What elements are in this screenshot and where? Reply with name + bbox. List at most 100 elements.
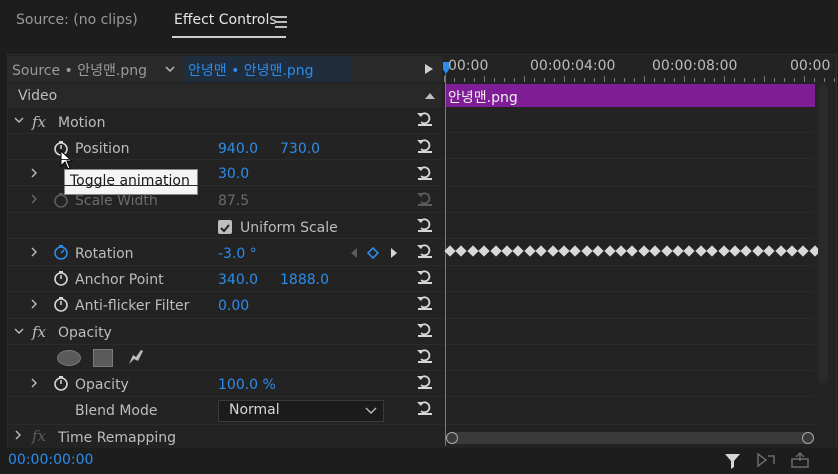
add-keyframe-icon[interactable]: [367, 247, 379, 259]
tab-effect-controls[interactable]: Effect Controls: [174, 12, 277, 28]
keyframe-marker[interactable]: [569, 245, 582, 257]
keyframe-marker[interactable]: [740, 245, 753, 257]
pen-tool-icon[interactable]: [126, 347, 146, 367]
chevron-right-icon[interactable]: [30, 168, 38, 178]
chevron-right-icon[interactable]: [30, 378, 38, 388]
rotation-keyframes[interactable]: [440, 245, 821, 261]
timeline-clip-bar[interactable]: 안녕맨.png: [446, 84, 815, 107]
keyframe-marker[interactable]: [649, 245, 661, 257]
keyframe-marker[interactable]: [478, 245, 490, 257]
fx-icon[interactable]: fx: [32, 427, 46, 445]
uniform-scale-label: Uniform Scale: [240, 220, 338, 236]
stopwatch-active-icon[interactable]: [53, 244, 69, 260]
stopwatch-icon[interactable]: [53, 375, 69, 391]
rectangle-mask-icon[interactable]: [93, 349, 113, 367]
keyframe-marker[interactable]: [683, 245, 696, 257]
hamburger-menu-icon[interactable]: [275, 16, 287, 28]
reset-icon[interactable]: [416, 321, 434, 337]
keyframe-marker[interactable]: [512, 245, 525, 257]
keyframe-marker[interactable]: [786, 245, 798, 257]
chevron-down-icon[interactable]: [164, 64, 176, 74]
source-clip-label[interactable]: Source • 안녕맨.png: [12, 60, 147, 80]
chevron-down-icon[interactable]: [14, 327, 24, 335]
keyframe-marker[interactable]: [501, 245, 513, 257]
reset-icon[interactable]: [416, 137, 434, 153]
timeline-ruler[interactable]: 00:00 00:00:04:00 00:00:08:00 00:00: [444, 56, 835, 82]
reset-icon[interactable]: [416, 268, 434, 284]
collapse-up-icon[interactable]: [424, 92, 436, 100]
keyframe-marker[interactable]: [706, 245, 718, 257]
position-y-value[interactable]: 730.0: [280, 141, 320, 157]
blend-mode-select[interactable]: Normal: [218, 400, 384, 422]
keyframe-marker[interactable]: [660, 245, 673, 257]
keyframe-marker[interactable]: [546, 245, 559, 257]
reset-icon[interactable]: [416, 347, 434, 363]
keyframe-marker[interactable]: [774, 245, 787, 257]
zoom-handle-left[interactable]: [446, 432, 458, 444]
chevron-right-icon[interactable]: [14, 430, 22, 440]
keyframe-marker[interactable]: [695, 245, 707, 257]
keyframe-marker[interactable]: [581, 245, 593, 257]
fx-icon[interactable]: fx: [32, 113, 46, 131]
reset-icon[interactable]: [416, 190, 434, 206]
keyframe-marker[interactable]: [626, 245, 639, 257]
keyframe-marker[interactable]: [558, 245, 570, 257]
chevron-down-icon[interactable]: [14, 116, 24, 124]
sequence-clip-label[interactable]: 안녕맨 • 안녕맨.png: [188, 60, 314, 80]
keyframe-marker[interactable]: [638, 245, 650, 257]
scale-value[interactable]: 30.0: [218, 166, 249, 182]
keyframe-marker[interactable]: [535, 245, 547, 257]
keyframe-marker[interactable]: [489, 245, 502, 257]
chevron-right-icon[interactable]: [30, 247, 38, 257]
stopwatch-icon[interactable]: [53, 270, 69, 286]
stopwatch-icon[interactable]: [53, 296, 69, 312]
antiflicker-value[interactable]: 0.00: [218, 298, 249, 314]
reset-icon[interactable]: [416, 399, 434, 415]
ruler-tick: [694, 78, 695, 82]
rotation-value[interactable]: -3.0 °: [218, 246, 257, 262]
keyframe-marker[interactable]: [592, 245, 604, 257]
keyframe-marker[interactable]: [455, 245, 468, 257]
reset-icon[interactable]: [416, 294, 434, 310]
zoom-handle-right[interactable]: [802, 432, 814, 444]
uniform-scale-checkbox[interactable]: [218, 220, 232, 234]
keyframe-marker[interactable]: [444, 245, 456, 257]
keyframe-marker[interactable]: [524, 245, 536, 257]
chevron-right-icon[interactable]: [30, 299, 38, 309]
play-right-icon[interactable]: [424, 63, 434, 75]
play-audio-icon[interactable]: [756, 452, 776, 468]
keyframe-marker[interactable]: [797, 245, 810, 257]
fx-icon[interactable]: fx: [32, 323, 46, 341]
reset-icon[interactable]: [416, 242, 434, 258]
ellipse-mask-icon[interactable]: [57, 350, 81, 366]
keyframe-marker[interactable]: [729, 245, 741, 257]
video-section-header: Video: [8, 84, 442, 108]
anchor-x-value[interactable]: 340.0: [218, 272, 258, 288]
keyframe-marker[interactable]: [672, 245, 684, 257]
reset-icon[interactable]: [416, 164, 434, 180]
tab-source[interactable]: Source: (no clips): [16, 12, 138, 28]
keyframe-marker[interactable]: [467, 245, 479, 257]
keyframe-marker[interactable]: [603, 245, 616, 257]
keyframe-marker[interactable]: [615, 245, 627, 257]
opacity-value[interactable]: 100.0 %: [218, 377, 276, 393]
filter-icon[interactable]: [724, 452, 742, 470]
timeline-vscrollbar[interactable]: [818, 84, 828, 384]
scale-width-label: Scale Width: [75, 193, 158, 209]
position-x-value[interactable]: 940.0: [218, 141, 258, 157]
keyframe-marker[interactable]: [752, 245, 764, 257]
reset-icon[interactable]: [416, 110, 434, 126]
reset-icon[interactable]: [416, 373, 434, 389]
timeline-clip-label: 안녕맨.png: [448, 90, 518, 106]
keyframe-marker[interactable]: [763, 245, 775, 257]
next-keyframe-icon[interactable]: [390, 247, 398, 259]
keyframe-marker[interactable]: [717, 245, 730, 257]
reset-icon[interactable]: [416, 216, 434, 232]
current-timecode[interactable]: 00:00:00:00: [8, 452, 93, 468]
anchor-y-value[interactable]: 1888.0: [280, 272, 329, 288]
chevron-right-icon[interactable]: [30, 194, 38, 204]
export-icon[interactable]: [790, 451, 810, 469]
previous-keyframe-icon[interactable]: [350, 247, 358, 259]
timeline-zoom-bar[interactable]: [446, 432, 814, 444]
anchor-point-label: Anchor Point: [75, 272, 164, 288]
